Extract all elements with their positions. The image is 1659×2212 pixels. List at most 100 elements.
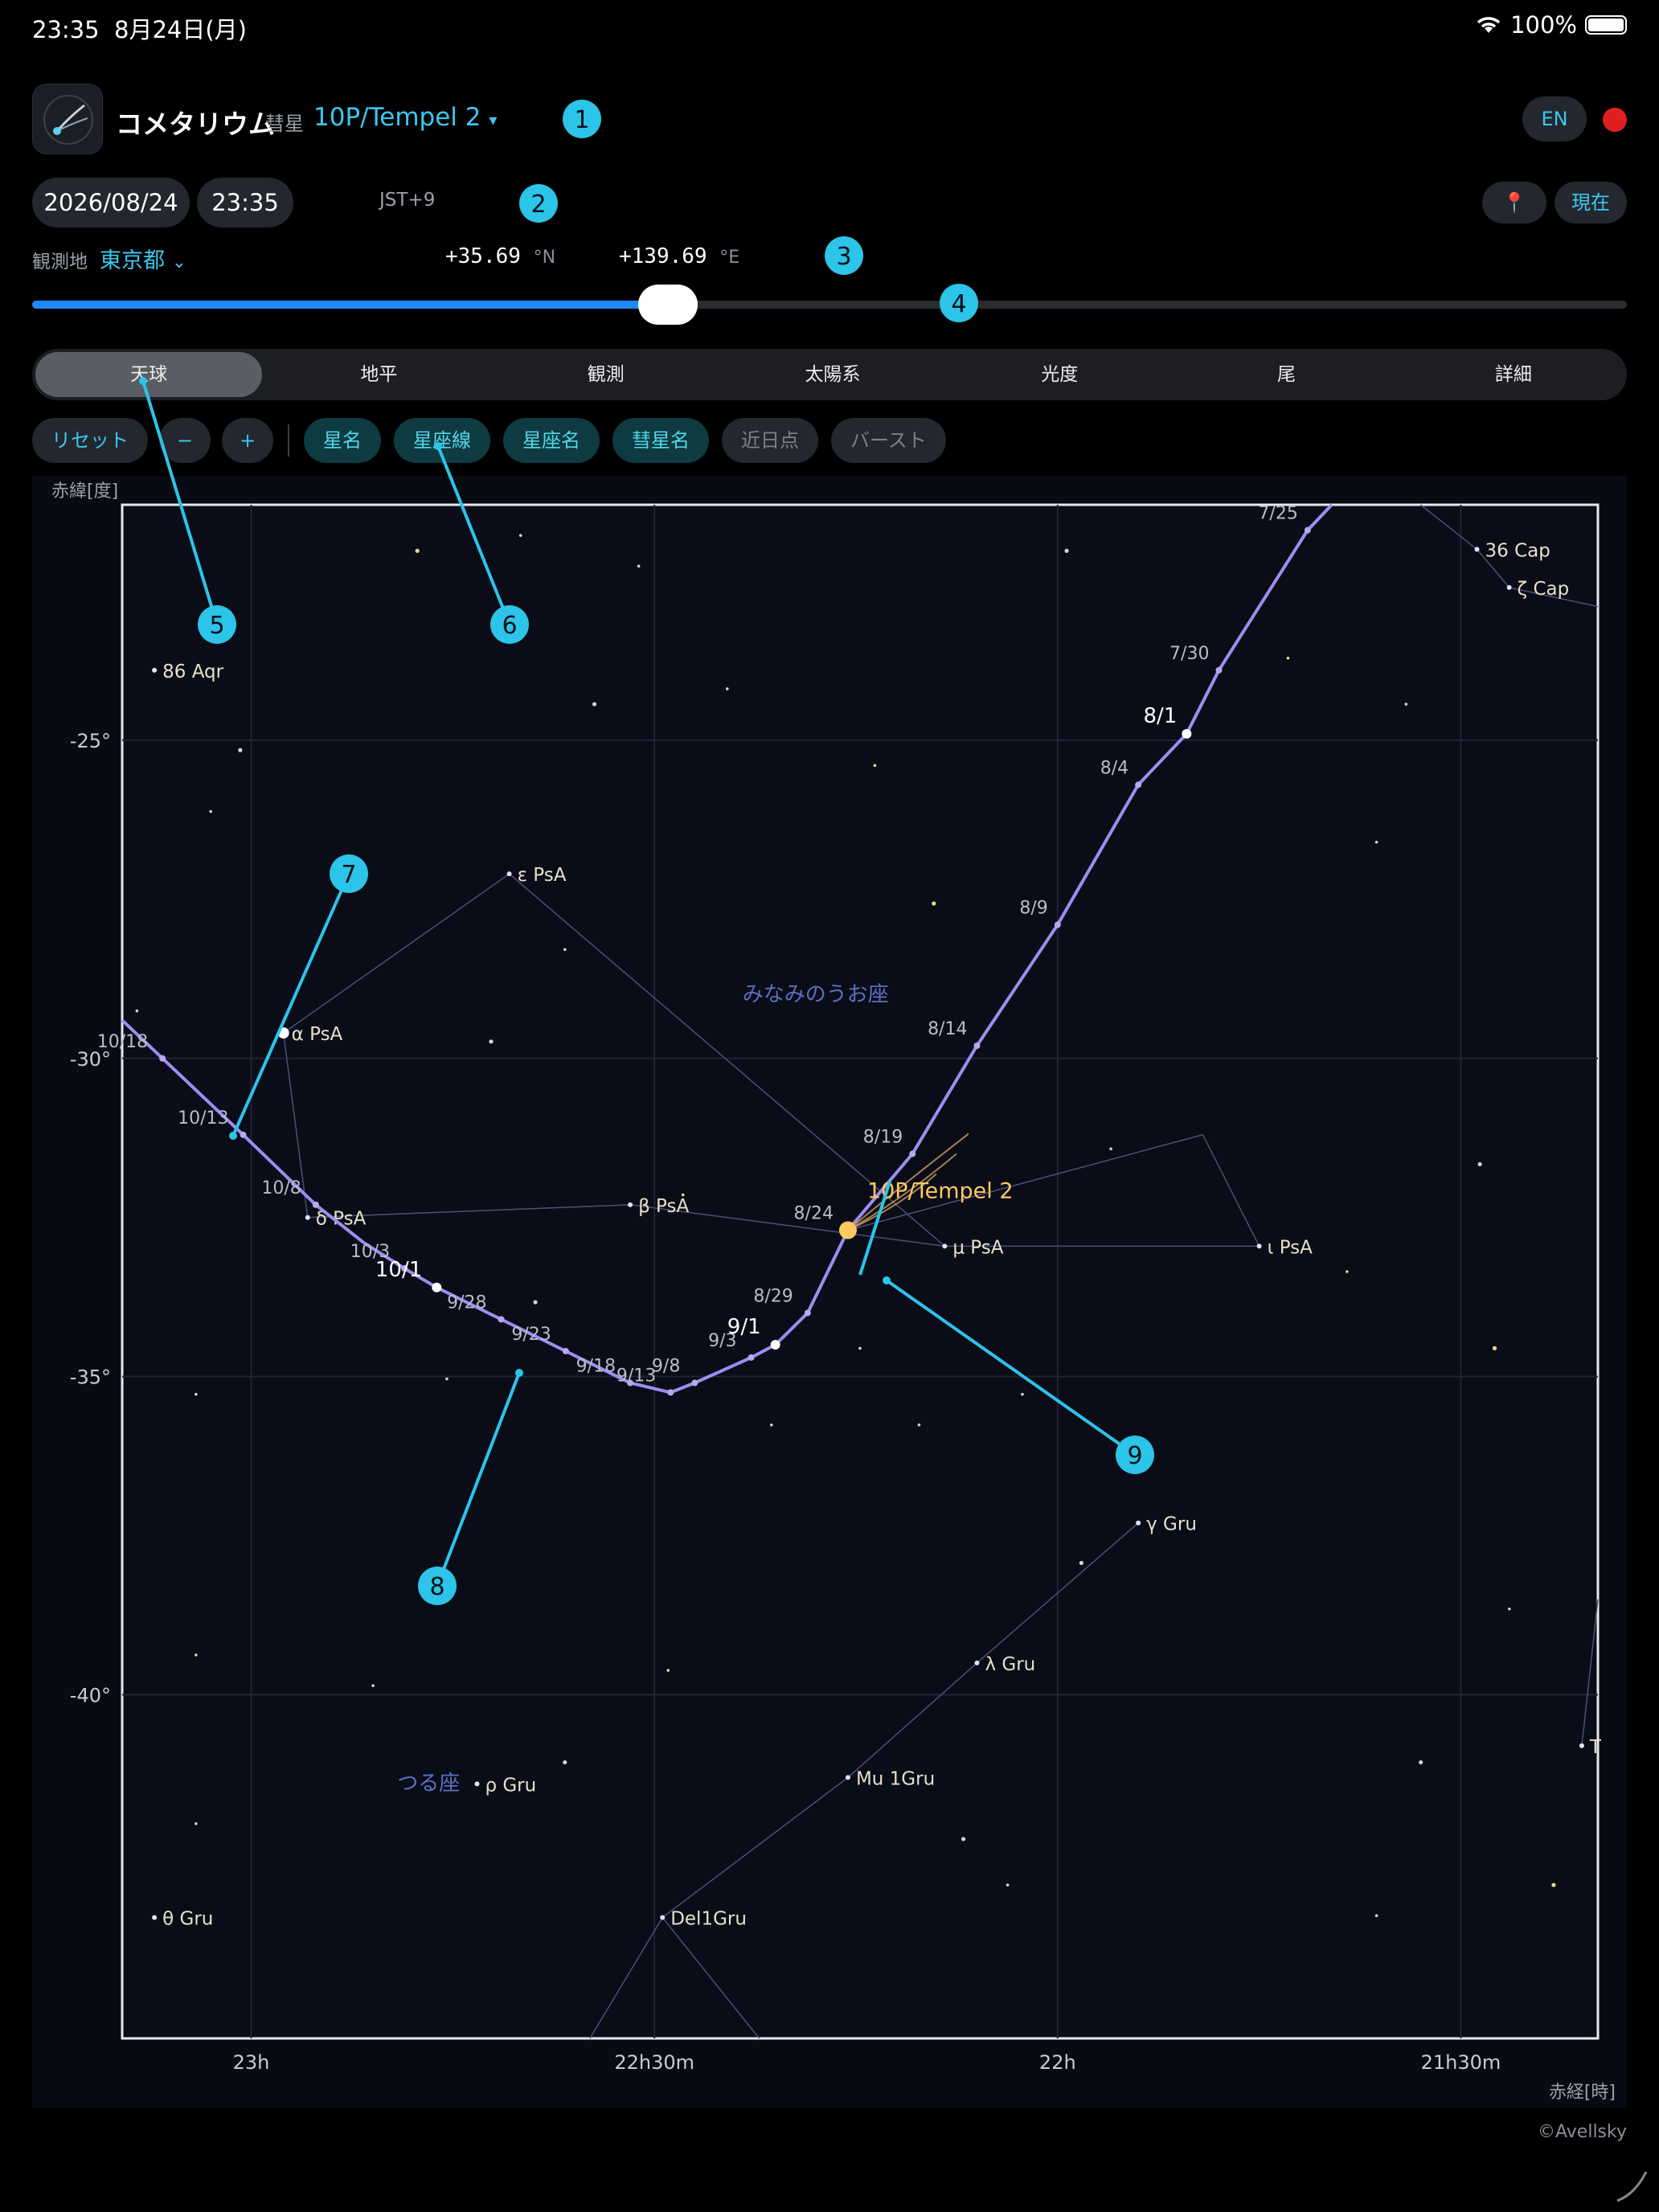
language-button[interactable]: EN [1522,96,1587,141]
callout-number-2: 2 [530,190,546,219]
toggle-5[interactable]: バースト [831,418,946,463]
time-slider[interactable] [32,285,1627,325]
credit-label: ©Avellsky [1538,2122,1627,2142]
path-point-8 [562,1347,569,1354]
star-label-8: ι PsA [1268,1237,1313,1258]
path-point-21 [1215,666,1223,674]
path-point-11 [691,1379,698,1387]
tab-5[interactable]: 尾 [1173,349,1399,400]
star-label-6: β PsA [638,1196,689,1217]
y-tick-label-3: -40° [70,1684,111,1706]
path-label-2: 10/13 [178,1108,228,1129]
path-point-14 [804,1309,811,1317]
comet-selector[interactable]: 10P/Tempel 2 ▾ [313,103,497,132]
bg-star [1109,1147,1112,1151]
star-15 [1579,1743,1584,1748]
path-point-16 [909,1150,916,1157]
path-label-21: 7/30 [1169,644,1209,664]
view-tabs: 天球 地平 観測 太陽系 光度尾詳細 [32,349,1627,400]
star-label-10: λ Gru [985,1654,1035,1675]
reset-button[interactable]: リセット [32,418,148,463]
path-label-18: 8/9 [1019,899,1047,919]
time-field[interactable]: 23:35 [197,178,293,227]
x-tick-label-2: 22h [1039,2051,1076,2074]
status-bar: 23:35 8月24日(月) 100% [0,0,1659,51]
toggle-0[interactable]: 星名 [304,418,381,463]
bg-star [1374,840,1378,844]
path-point-1 [159,1055,166,1062]
star-label-14: θ Gru [162,1909,213,1930]
location-button[interactable]: 📍 [1482,182,1546,223]
path-label-15: 8/24 [794,1204,834,1224]
bg-star [873,764,877,768]
display-toggles: 星名 星座線 星座名 彗星名 近日点 バースト [304,418,946,463]
star-0 [152,667,158,673]
tab-6[interactable]: 詳細 [1400,349,1627,400]
bg-star [518,534,522,537]
tab-4[interactable]: 光度 [946,349,1173,400]
bg-star [371,1684,375,1687]
star-5 [305,1215,310,1220]
longitude-value: +139.69 [619,244,707,268]
tab-3[interactable]: 太陽系 [719,349,946,400]
star-label-1: 36 Cap [1485,540,1550,561]
resize-handle-icon[interactable] [1611,2164,1651,2204]
toggle-4[interactable]: 近日点 [722,418,818,463]
star-11 [845,1775,850,1780]
bg-star [415,548,420,553]
observer-label: 観測地 [32,252,88,272]
bg-star [858,1346,862,1350]
pin-icon: 📍 [1502,191,1526,214]
star-label-11: Mu 1Gru [856,1768,935,1789]
slider-handle[interactable] [637,285,698,325]
toggle-1[interactable]: 星座線 [394,418,490,463]
tab-2[interactable]: 観測 [493,349,719,400]
x-tick-label-3: 21h30m [1421,2051,1501,2074]
toolbar-divider [288,424,289,457]
path-point-20 [1182,729,1192,739]
dropdown-arrow-icon: ▾ [489,110,498,129]
bg-star [195,1653,198,1657]
sky-chart-svg[interactable]: 23h 22h30m 22h 21h30m-25°-30°-35°-40°赤緯[度]赤… [32,476,1627,2108]
longitude-unit: °E [719,248,740,268]
tab-0[interactable]: 天球 [35,352,263,397]
record-indicator-icon [1603,108,1627,132]
star-4 [277,1027,289,1039]
slider-fill [32,301,668,309]
now-button[interactable]: 現在 [1555,182,1627,223]
path-label-7: 9/28 [447,1292,486,1313]
bg-star [445,1377,449,1381]
path-point-2 [240,1131,247,1138]
toggle-3[interactable]: 彗星名 [612,418,709,463]
path-point-17 [973,1042,981,1049]
bg-star [1477,1161,1482,1167]
x-tick-label-1: 22h30m [614,2051,694,2074]
status-time: 23:35 [32,16,100,43]
path-label-3: 10/8 [261,1178,301,1198]
chevron-down-icon: ⌄ [171,252,187,272]
battery-percent: 100% [1510,11,1577,39]
star-label-7: μ PsA [952,1237,1003,1258]
star-label-15: T [1589,1737,1602,1758]
longitude-readout: +139.69 °E [619,244,739,268]
path-label-20: 8/1 [1143,704,1177,728]
object-kind-label: 彗星 [265,113,304,135]
tab-1[interactable]: 地平 [265,349,492,400]
toggle-2[interactable]: 星座名 [503,418,600,463]
path-label-11: 9/8 [652,1357,680,1377]
path-label-22: 7/25 [1258,504,1297,524]
bg-star [563,948,567,952]
bg-star [592,702,597,707]
observer-location-select[interactable]: 東京都 ⌄ [100,243,186,274]
bg-star [1374,1914,1378,1918]
sky-chart[interactable]: 23h 22h30m 22h 21h30m -25° -30° -35° -40° 赤緯[度] 赤… [32,476,1627,2108]
callout-number-3: 3 [836,243,851,271]
battery-icon [1585,15,1627,35]
comet-marker [838,1221,857,1239]
timezone-label: JST+9 [379,190,436,211]
date-field[interactable]: 2026/08/24 [32,178,190,227]
zoom-in-button[interactable]: + [222,418,273,463]
bg-star [961,1837,966,1841]
zoom-out-button[interactable]: − [159,418,211,463]
star-3 [506,871,512,877]
